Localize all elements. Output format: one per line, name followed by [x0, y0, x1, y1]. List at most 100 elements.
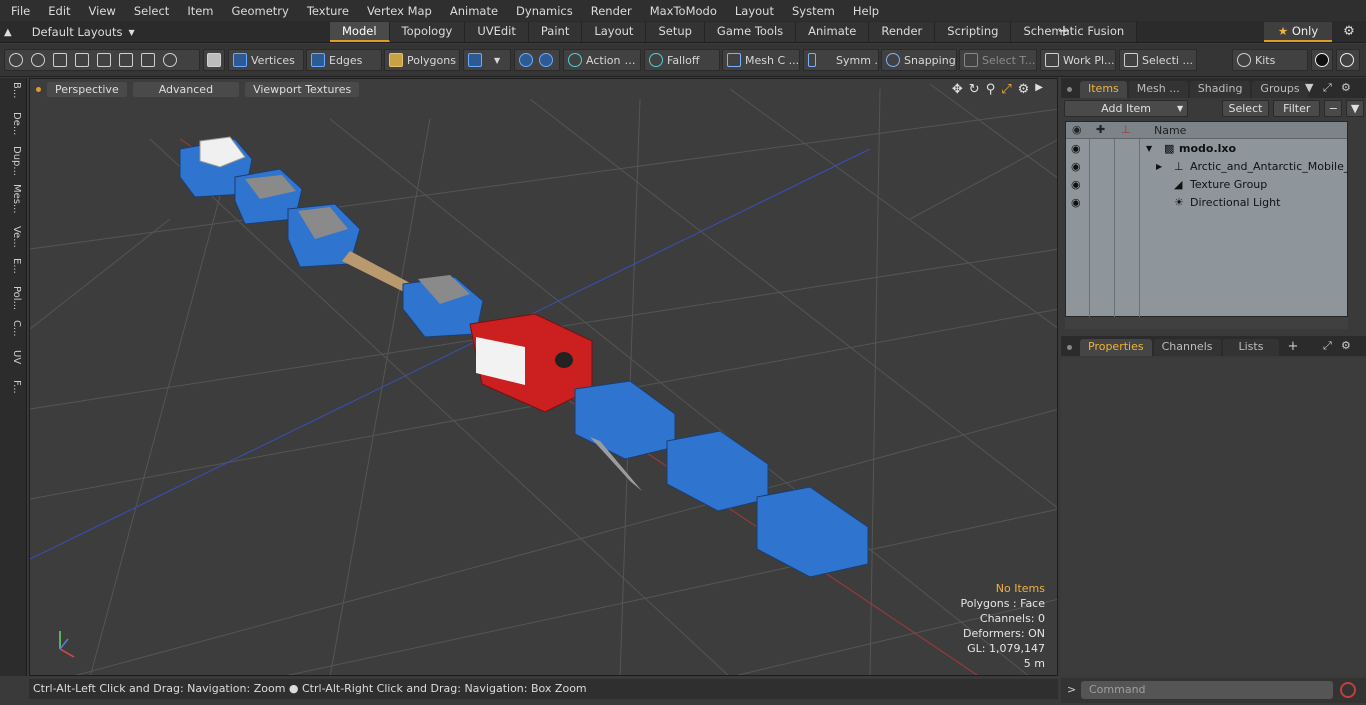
add-tab-button[interactable]: +	[1056, 22, 1072, 42]
menu-vertex-map[interactable]: Vertex Map	[356, 4, 439, 18]
tab-render[interactable]: Render	[869, 22, 936, 42]
menu-system[interactable]: System	[781, 4, 842, 18]
material-mode-button[interactable]: ▼	[463, 49, 511, 71]
tab-groups[interactable]: Groups	[1252, 81, 1308, 98]
circle-select-icon[interactable]	[9, 53, 23, 67]
pen-icon[interactable]	[53, 53, 67, 67]
add-tab-icon[interactable]: +	[1287, 339, 1298, 354]
only-button[interactable]: ★ Only	[1264, 22, 1332, 42]
menu-layout[interactable]: Layout	[724, 4, 781, 18]
vtab-deform[interactable]: De...	[4, 112, 22, 142]
gear-icon[interactable]: ⚙	[1341, 339, 1351, 352]
vtab-fusion[interactable]: F...	[4, 380, 22, 404]
vtab-mesh-edit[interactable]: Mes...	[4, 184, 22, 220]
viewport-options-dot-icon[interactable]	[36, 87, 41, 92]
layout-selector[interactable]: ▲ Default Layouts ▼	[4, 23, 135, 41]
viewport-textures-button[interactable]: Viewport Textures	[245, 82, 360, 97]
grid-icon[interactable]	[119, 53, 133, 67]
tab-animate[interactable]: Animate	[796, 22, 870, 42]
tab-schematic-fusion[interactable]: Schematic Fusion	[1011, 22, 1138, 42]
menu-animate[interactable]: Animate	[439, 4, 505, 18]
brush-icon[interactable]	[75, 53, 89, 67]
tab-model[interactable]: Model	[330, 22, 390, 42]
command-input[interactable]: Command	[1081, 681, 1333, 699]
visibility-eye-icon[interactable]: ◉	[1072, 123, 1082, 136]
tree-row-texture-group[interactable]: ◉ ◢ Texture Group	[1066, 176, 1347, 194]
action-center-button[interactable]: Action…	[563, 49, 641, 71]
axis-icon[interactable]: ⊥	[1121, 123, 1131, 136]
menu-maxtomodo[interactable]: MaxToModo	[639, 4, 724, 18]
vtab-curve[interactable]: C...	[4, 320, 22, 344]
perspective-button[interactable]: Perspective	[47, 82, 127, 97]
viewport-scene[interactable]	[30, 79, 1058, 676]
3d-viewport[interactable]: Perspective Advanced Viewport Textures ✥…	[29, 78, 1058, 676]
record-icon[interactable]	[1340, 682, 1356, 698]
tab-items[interactable]: Items	[1080, 81, 1127, 98]
tab-properties[interactable]: Properties	[1080, 339, 1152, 356]
unreal-button[interactable]	[1336, 49, 1360, 71]
work-plane-button[interactable]: Work Pl...	[1040, 49, 1116, 71]
collapse-icon[interactable]: −	[1324, 100, 1343, 117]
expand-arrow-icon[interactable]: ▶	[1156, 158, 1162, 176]
menu-help[interactable]: Help	[842, 4, 886, 18]
menu-render[interactable]: Render	[580, 4, 639, 18]
vertices-button[interactable]: Vertices	[228, 49, 304, 71]
expand-icon[interactable]: ⤢	[1323, 339, 1332, 353]
falloff-button[interactable]: Falloff	[644, 49, 720, 71]
chevron-down-icon[interactable]: ▼	[1305, 81, 1313, 94]
tree-horizontal-scrollbar[interactable]	[1065, 317, 1348, 329]
tab-shading[interactable]: Shading	[1189, 81, 1251, 98]
lock-icon[interactable]: ✚	[1096, 123, 1105, 136]
move-icon[interactable]: ✥	[952, 82, 963, 97]
tab-mesh[interactable]: Mesh ...	[1128, 81, 1188, 98]
tab-paint[interactable]: Paint	[528, 22, 583, 42]
unity-button[interactable]	[1311, 49, 1333, 71]
clock-icon[interactable]	[163, 53, 177, 67]
name-column-header[interactable]: Name	[1154, 124, 1186, 137]
expand-icon[interactable]: ⤢	[1323, 81, 1332, 95]
snapping-button[interactable]: Snapping	[881, 49, 957, 71]
vtab-polygon[interactable]: Pol...	[4, 286, 22, 316]
vtab-duplicate[interactable]: Dup...	[4, 146, 22, 180]
vtab-vertex[interactable]: Ve...	[4, 226, 22, 254]
frame-icon[interactable]	[141, 53, 155, 67]
tab-topology[interactable]: Topology	[389, 22, 466, 42]
polygons-button[interactable]: Polygons	[384, 49, 460, 71]
visibility-eye-icon[interactable]: ◉	[1071, 140, 1081, 158]
play-arrow-icon[interactable]: ▶	[1035, 82, 1043, 97]
align-icon[interactable]	[97, 53, 111, 67]
menu-dynamics[interactable]: Dynamics	[505, 4, 580, 18]
vtab-basic[interactable]: B...	[4, 82, 22, 108]
gear-icon[interactable]: ⚙	[1340, 23, 1358, 41]
tab-layout[interactable]: Layout	[582, 22, 647, 42]
kits-button[interactable]: Kits	[1232, 49, 1308, 71]
shield-icon[interactable]	[519, 53, 533, 67]
tab-setup[interactable]: Setup	[646, 22, 705, 42]
rotate-icon[interactable]: ↻	[969, 82, 980, 97]
tab-scripting[interactable]: Scripting	[935, 22, 1012, 42]
tree-row-mesh[interactable]: ◉ ▶ ⊥ Arctic_and_Antarctic_Mobile_...	[1066, 158, 1348, 176]
menu-view[interactable]: View	[78, 4, 123, 18]
expand-arrow-icon[interactable]: ▼	[1146, 140, 1152, 158]
add-item-button[interactable]: Add Item ▼	[1064, 100, 1189, 117]
tab-lists[interactable]: Lists	[1222, 339, 1280, 356]
vtab-uv[interactable]: UV	[4, 350, 22, 376]
search-icon[interactable]: ⚲	[986, 82, 996, 97]
menu-item[interactable]: Item	[176, 4, 220, 18]
item-mode-button[interactable]	[203, 49, 225, 71]
menu-file[interactable]: File	[0, 4, 37, 18]
panel-dot-icon[interactable]	[1067, 345, 1072, 350]
menu-texture[interactable]: Texture	[296, 4, 356, 18]
menu-select[interactable]: Select	[123, 4, 176, 18]
gear-icon[interactable]: ⚙	[1341, 81, 1351, 94]
symmetry-button[interactable]: Symm ...	[803, 49, 879, 71]
globe-icon[interactable]	[31, 53, 45, 67]
tab-game-tools[interactable]: Game Tools	[704, 22, 797, 42]
tab-uvedit[interactable]: UVEdit	[465, 22, 529, 42]
menu-geometry[interactable]: Geometry	[221, 4, 296, 18]
tab-channels[interactable]: Channels	[1153, 339, 1221, 356]
visibility-eye-icon[interactable]: ◉	[1071, 176, 1081, 194]
select-button[interactable]: Select	[1221, 100, 1270, 117]
tree-vertical-scrollbar[interactable]	[1348, 121, 1360, 317]
menu-edit[interactable]: Edit	[37, 4, 77, 18]
